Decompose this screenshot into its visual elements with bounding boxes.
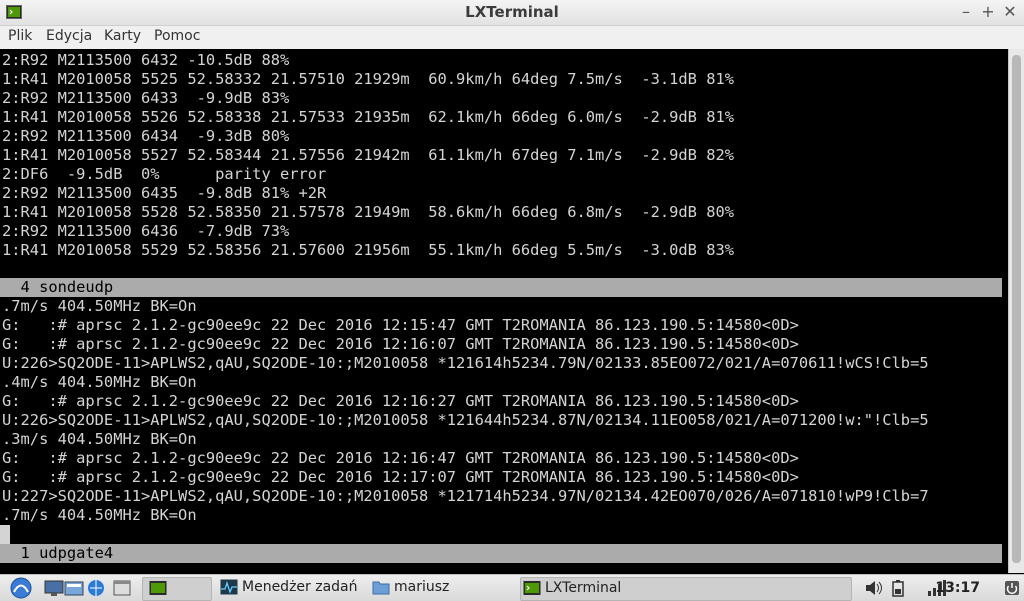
terminal-line: G: :# aprsc 2.1.2-gc90ee9c 22 Dec 2016 1…: [2, 449, 799, 467]
terminal-line: 1:R41 M2010058 5529 52.58356 21.57600 21…: [2, 241, 735, 259]
task-menedzer-zadan[interactable]: Menedżer zadań: [218, 577, 363, 599]
screen-window-bar-udpgate4[interactable]: 1 udpgate4: [0, 544, 1002, 563]
terminal-line: .3m/s 404.50MHz BK=On: [2, 430, 197, 448]
terminal-line: 1:R41 M2010058 5526 52.58338 21.57533 21…: [2, 108, 735, 126]
terminal-line: G: :# aprsc 2.1.2-gc90ee9c 22 Dec 2016 1…: [2, 335, 799, 353]
terminal-line: 2:DF6 -9.5dB 0% parity error: [2, 165, 327, 183]
terminal-line: 1:R41 M2010058 5528 52.58350 21.57578 21…: [2, 203, 735, 221]
terminal-line: 1:R41 M2010058 5525 52.58332 21.57510 21…: [2, 70, 735, 88]
browser-icon[interactable]: [86, 579, 106, 597]
window-title: LXTerminal: [465, 3, 559, 21]
folder-icon: [372, 581, 390, 595]
close-button[interactable]: ✕: [1000, 3, 1020, 21]
window-switcher-icon[interactable]: [112, 579, 132, 597]
task-label: LXTerminal: [545, 580, 622, 596]
terminal-line: 2:R92 M2113500 6434 -9.3dB 80%: [2, 127, 290, 145]
terminal-area[interactable]: 2:R92 M2113500 6432 -10.5dB 88% 1:R41 M2…: [0, 49, 1008, 573]
terminal-line: 2:R92 M2113500 6433 -9.9dB 83%: [2, 89, 290, 107]
start-menu-icon[interactable]: [4, 577, 38, 599]
scrollbar-thumb[interactable]: [1012, 55, 1021, 563]
terminal-scrollbar[interactable]: [1008, 49, 1024, 573]
shutdown-icon[interactable]: [1002, 579, 1022, 597]
terminal-line: G: :# aprsc 2.1.2-gc90ee9c 22 Dec 2016 1…: [2, 392, 799, 410]
menu-edycja[interactable]: Edycja: [46, 28, 92, 44]
volume-icon[interactable]: [864, 579, 884, 597]
terminal-line: 1:R41 M2010058 5527 52.58344 21.57556 21…: [2, 146, 735, 164]
terminal-line: 2:R92 M2113500 6432 -10.5dB 88%: [2, 51, 290, 69]
title-bar: LXTerminal – + ✕: [0, 0, 1024, 26]
minimize-button[interactable]: –: [956, 3, 976, 21]
workspace-pager[interactable]: [142, 577, 212, 601]
file-manager-icon[interactable]: [64, 579, 84, 597]
terminal-line: U:226>SQ2ODE-11>APLWS2,qAU,SQ2ODE-10:;M2…: [2, 411, 929, 429]
terminal-line: .7m/s 404.50MHz BK=On: [2, 297, 197, 315]
taskbar: Menedżer zadań mariusz LXTerminal 13:17: [0, 574, 1024, 601]
task-mariusz[interactable]: mariusz: [370, 577, 510, 599]
terminal-line: 2:R92 M2113500 6435 -9.8dB 81% +2R: [2, 184, 327, 202]
terminal-line: G: :# aprsc 2.1.2-gc90ee9c 22 Dec 2016 1…: [2, 468, 799, 486]
terminal-line: .7m/s 404.50MHz BK=On: [2, 506, 197, 524]
menu-pomoc[interactable]: Pomoc: [154, 28, 200, 44]
terminal-cursor: [0, 525, 10, 544]
screen-window-title: 1 udpgate4: [2, 544, 114, 562]
task-label: Menedżer zadań: [242, 579, 358, 595]
terminal-line: G: :# aprsc 2.1.2-gc90ee9c 22 Dec 2016 1…: [2, 316, 799, 334]
terminal-icon: [149, 581, 167, 595]
screen-window-bar-sondeudp[interactable]: 4 sondeudp: [0, 278, 1002, 297]
task-lxterminal[interactable]: LXTerminal: [520, 577, 852, 601]
desktop-icon[interactable]: [44, 579, 64, 597]
clock[interactable]: 13:17: [935, 580, 980, 596]
battery-icon[interactable]: [888, 579, 908, 597]
screen-window-title: 4 sondeudp: [2, 278, 114, 296]
terminal-line: U:227>SQ2ODE-11>APLWS2,qAU,SQ2ODE-10:;M2…: [2, 487, 929, 505]
terminal-line: 2:R92 M2113500 6436 -7.9dB 73%: [2, 222, 290, 240]
terminal-icon: [523, 581, 541, 595]
task-label: mariusz: [394, 579, 450, 595]
menu-bar: Plik Edycja Karty Pomoc: [0, 26, 1024, 49]
terminal-line: .4m/s 404.50MHz BK=On: [2, 373, 197, 391]
task-manager-icon: [220, 579, 238, 595]
menu-karty[interactable]: Karty: [104, 28, 141, 44]
menu-plik[interactable]: Plik: [8, 28, 32, 44]
terminal-line: U:226>SQ2ODE-11>APLWS2,qAU,SQ2ODE-10:;M2…: [2, 354, 929, 372]
maximize-button[interactable]: +: [978, 3, 998, 21]
